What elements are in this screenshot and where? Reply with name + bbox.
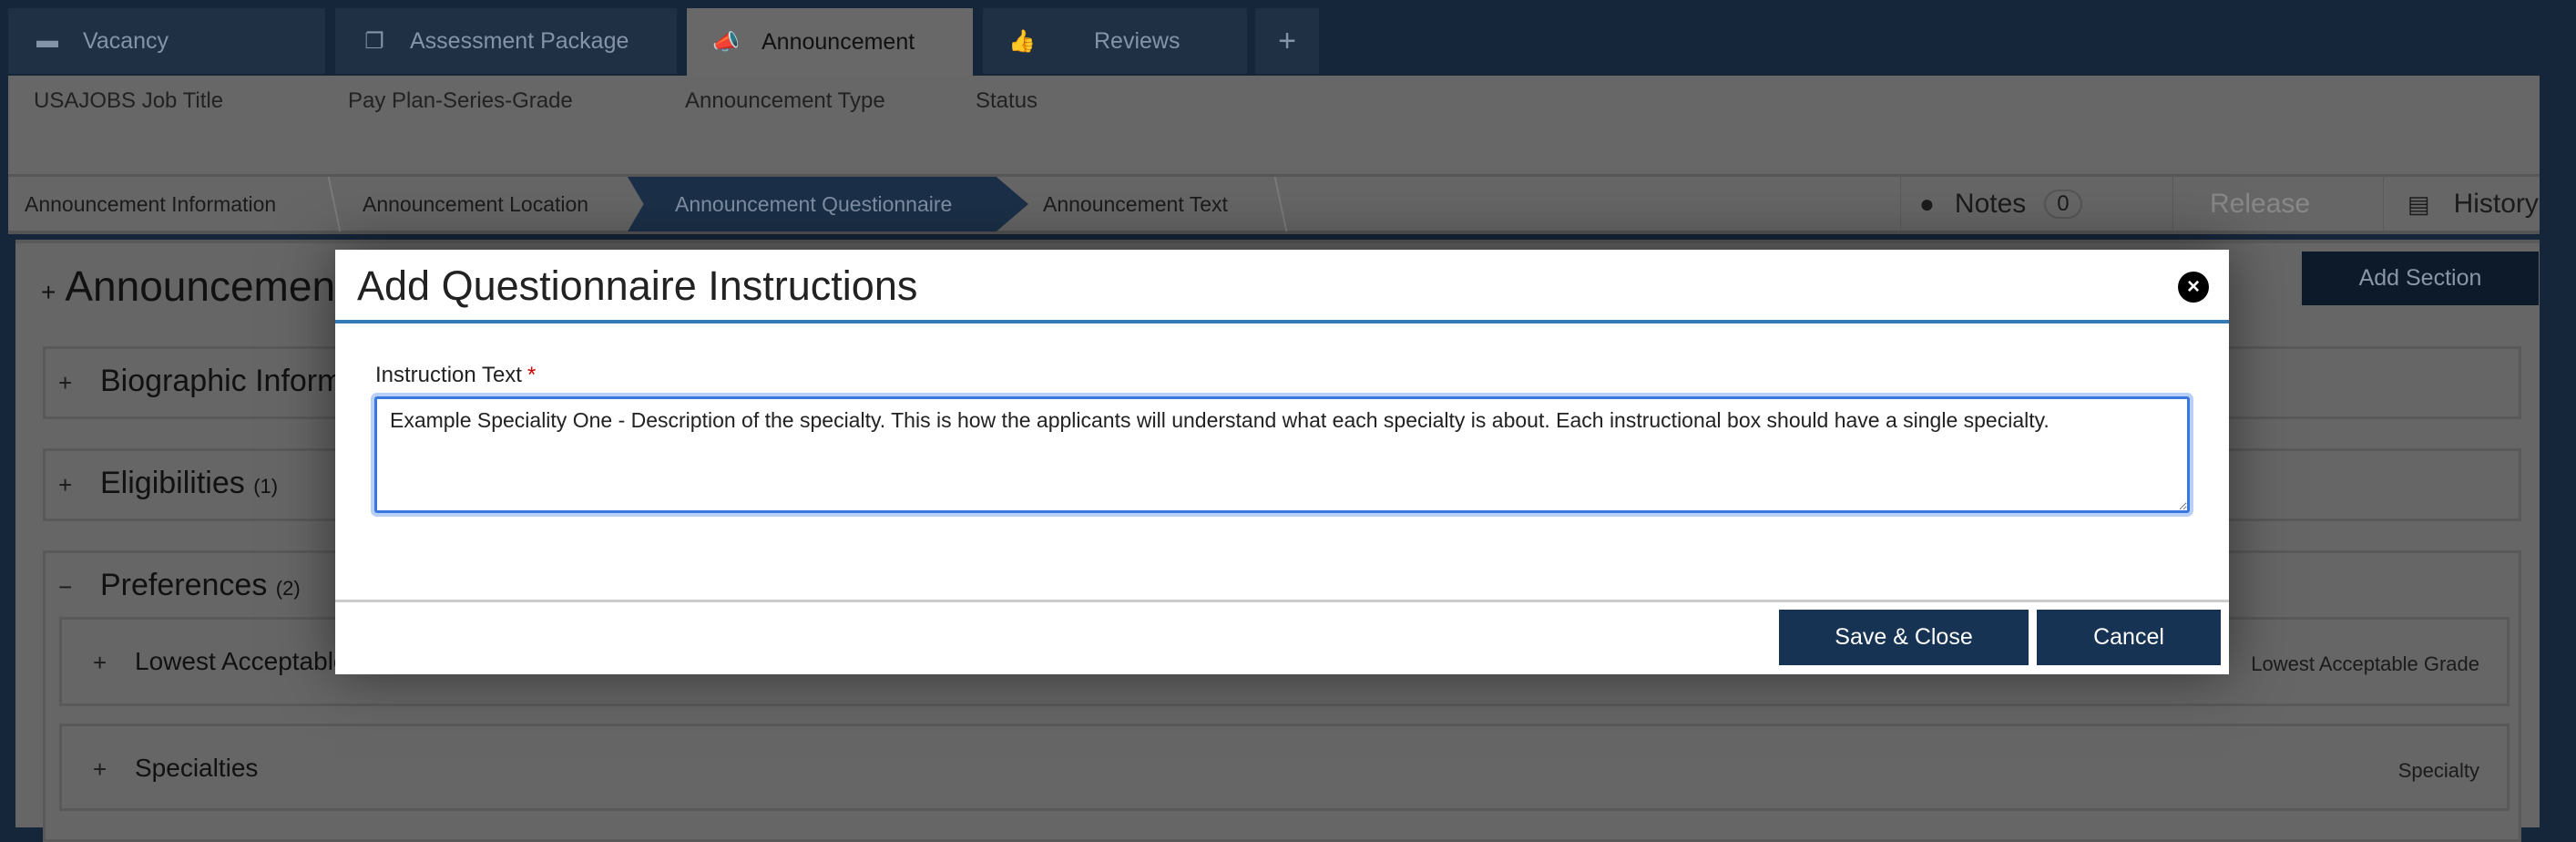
- section-label: Eligibilities (1): [100, 466, 279, 500]
- section-count: (2): [275, 577, 301, 600]
- job-title-label: USAJOBS Job Title: [34, 88, 224, 113]
- step-label: Announcement Information: [25, 191, 277, 216]
- save-close-button[interactable]: Save & Close: [1779, 610, 2029, 665]
- step-announcement-text[interactable]: Announcement Text: [1043, 177, 1228, 231]
- release-button[interactable]: Release: [2172, 177, 2383, 231]
- cancel-button[interactable]: Cancel: [2037, 610, 2221, 665]
- status-label: Status: [976, 88, 1038, 113]
- expand-icon: +: [93, 649, 107, 676]
- tab-label: Reviews: [1094, 27, 1181, 54]
- step-bar: Announcement Information Announcement Lo…: [8, 174, 2540, 234]
- instruction-text-input[interactable]: Example Speciality One - Description of …: [374, 396, 2190, 513]
- tab-label: Assessment Package: [410, 27, 629, 54]
- step-announcement-questionnaire[interactable]: Announcement Questionnaire: [628, 177, 1028, 231]
- tab-reviews[interactable]: 👍 Reviews: [983, 8, 1247, 74]
- pay-plan-label: Pay Plan-Series-Grade: [348, 88, 573, 113]
- subsection-type: Specialty: [2397, 759, 2479, 782]
- required-marker: *: [526, 363, 537, 387]
- notes-label: Notes: [1954, 189, 2027, 219]
- expand-icon: +: [58, 471, 73, 498]
- page-title: + Announcement: [41, 262, 347, 311]
- history-button[interactable]: ▤ History: [2383, 177, 2540, 231]
- subsection-label: Specialties: [135, 754, 259, 782]
- add-section-button[interactable]: Add Section: [2302, 252, 2539, 305]
- step-divider: [311, 177, 342, 231]
- history-label: History: [2453, 189, 2539, 219]
- archive-icon: ▤: [2407, 190, 2430, 218]
- subsection-type: Lowest Acceptable Grade: [2251, 652, 2479, 675]
- expand-icon: +: [58, 369, 73, 396]
- tab-label: Vacancy: [83, 27, 169, 54]
- announcement-type-label: Announcement Type: [685, 88, 885, 113]
- folder-icon: ▬: [36, 28, 58, 53]
- expand-icon[interactable]: +: [41, 278, 56, 306]
- close-icon[interactable]: ×: [2178, 272, 2209, 303]
- comment-icon: ●: [1919, 190, 1935, 218]
- page-title-text: Announcement: [65, 262, 347, 310]
- expand-icon: +: [93, 755, 107, 783]
- step-announcement-location[interactable]: Announcement Location: [363, 177, 588, 231]
- tab-label: Announcement: [762, 28, 915, 55]
- step-label: Announcement Text: [1043, 191, 1228, 216]
- notes-button[interactable]: ● Notes 0: [1900, 177, 2172, 231]
- tab-announcement[interactable]: 📣 Announcement: [687, 8, 973, 76]
- step-label: Announcement Location: [363, 191, 589, 216]
- add-questionnaire-instructions-dialog: Add Questionnaire Instructions × Instruc…: [335, 250, 2229, 674]
- step-divider: [1257, 177, 1288, 231]
- section-count: (1): [253, 475, 279, 498]
- instruction-text-label: Instruction Text *: [375, 363, 537, 387]
- copy-icon: ❐: [364, 28, 384, 54]
- plus-icon: +: [1278, 23, 1296, 58]
- step-announcement-information[interactable]: Announcement Information: [25, 177, 276, 231]
- dialog-footer-divider: [335, 600, 2229, 602]
- dialog-header: Add Questionnaire Instructions ×: [335, 250, 2229, 323]
- tab-assessment-package[interactable]: ❐ Assessment Package: [335, 8, 677, 74]
- notes-count-badge: 0: [2044, 190, 2082, 219]
- release-label: Release: [2210, 189, 2311, 219]
- tab-vacancy[interactable]: ▬ Vacancy: [8, 8, 325, 74]
- section-label: Preferences (2): [100, 568, 301, 602]
- close-glyph: ×: [2186, 274, 2200, 299]
- subsection-specialties[interactable]: + Specialties Specialty: [59, 724, 2510, 811]
- add-section-label: Add Section: [2358, 265, 2482, 291]
- thumbs-up-icon: 👍: [1008, 28, 1036, 54]
- announcement-info-header: USAJOBS Job Title Pay Plan-Series-Grade …: [8, 76, 2540, 174]
- dialog-title: Add Questionnaire Instructions: [357, 262, 918, 309]
- step-label: Announcement Questionnaire: [675, 191, 953, 216]
- add-tab-button[interactable]: +: [1255, 8, 1319, 74]
- collapse-icon: −: [58, 573, 73, 601]
- bullhorn-icon: 📣: [712, 29, 740, 55]
